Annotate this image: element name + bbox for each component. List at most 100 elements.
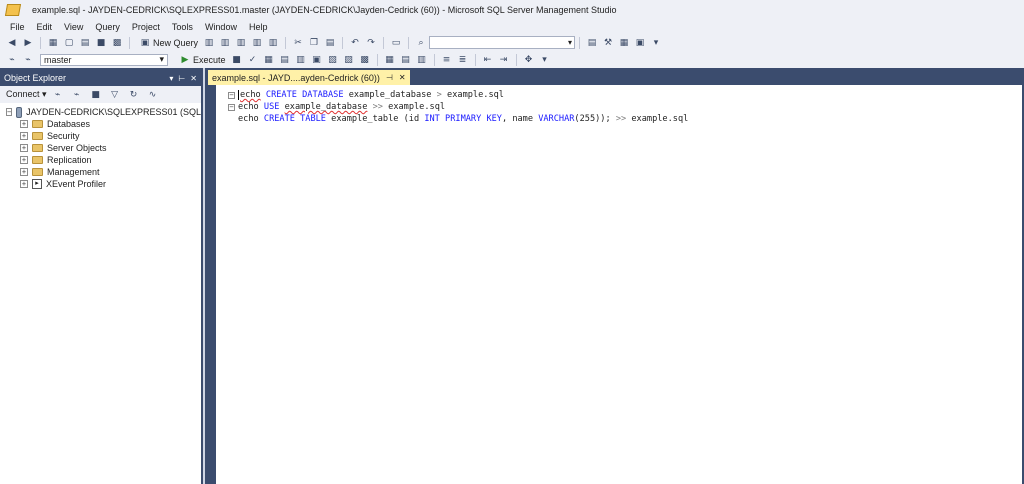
pin-icon[interactable]: ⊢	[178, 74, 185, 83]
intellisense-icon[interactable]: ▥	[295, 54, 307, 66]
open-folder-icon[interactable]: ▤	[79, 37, 91, 49]
code-area[interactable]: − echo CREATE DATABASE example_database …	[228, 89, 688, 125]
tree-node-server[interactable]: − JAYDEN-CEDRICK\SQLEXPRESS01 (SQL	[6, 106, 201, 118]
tree-node-label: Management	[47, 167, 100, 177]
comment-icon[interactable]: ≡	[441, 54, 453, 66]
menu-tools[interactable]: Tools	[166, 22, 199, 32]
expand-icon[interactable]: +	[20, 132, 28, 140]
new-project-icon[interactable]: ▦	[47, 37, 59, 49]
menu-window[interactable]: Window	[199, 22, 243, 32]
expand-icon[interactable]: +	[20, 144, 28, 152]
new-query-button[interactable]: ▣ New Query	[134, 37, 201, 49]
dmx-query-icon[interactable]: ▥	[235, 37, 247, 49]
properties-icon[interactable]: ▤	[586, 37, 598, 49]
tree-node-server-objects[interactable]: + Server Objects	[6, 142, 201, 154]
toolbar-separator	[515, 53, 517, 66]
toolbar-options-icon[interactable]: ▾	[539, 54, 551, 66]
chevron-down-icon: ▾	[568, 38, 573, 47]
execute-button[interactable]: ▶ Execute	[174, 54, 229, 66]
window-layout-icon[interactable]: ▣	[634, 37, 646, 49]
das-query-icon[interactable]: ▥	[267, 37, 279, 49]
menu-file[interactable]: File	[4, 22, 31, 32]
menu-view[interactable]: View	[58, 22, 89, 32]
query-designer-icon[interactable]: ▤	[279, 54, 291, 66]
sql-editor-toolbar: ⌁ ⌁ master ▾ ▶ Execute ■ ✓ ▦ ▤ ▥ ▣ ▧ ▨ ▩…	[0, 51, 1024, 68]
xmla-query-icon[interactable]: ▥	[251, 37, 263, 49]
menu-help[interactable]: Help	[243, 22, 274, 32]
document-well: example.sql - JAYD....ayden-Cedrick (60)…	[208, 68, 1024, 484]
results-grid-icon[interactable]: ▦	[384, 54, 396, 66]
code-keyword: USE	[263, 102, 280, 112]
tree-node-management[interactable]: + Management	[6, 166, 201, 178]
menu-query[interactable]: Query	[89, 22, 126, 32]
refresh-icon[interactable]: ↻	[128, 89, 140, 101]
tree-node-replication[interactable]: + Replication	[6, 154, 201, 166]
results-file-icon[interactable]: ▤	[400, 54, 412, 66]
collapse-icon[interactable]: −	[6, 108, 13, 116]
parse-check-icon[interactable]: ✓	[247, 54, 259, 66]
wrench-icon[interactable]: ⚒	[602, 37, 614, 49]
fold-icon[interactable]: −	[228, 91, 235, 99]
close-icon[interactable]: ✕	[399, 73, 406, 82]
save-all-icon[interactable]: ▩	[111, 37, 123, 49]
display-plan-icon[interactable]: ▦	[263, 54, 275, 66]
include-plan-icon[interactable]: ▧	[327, 54, 339, 66]
mdx-query-icon[interactable]: ▥	[219, 37, 231, 49]
expand-icon[interactable]: +	[20, 180, 28, 188]
results-to-text-icon[interactable]: ▣	[311, 54, 323, 66]
code-keyword: CREATE TABLE	[263, 114, 326, 124]
connect-dropdown[interactable]: Connect ▾	[6, 89, 47, 100]
code-keyword: CREATE DATABASE	[265, 90, 344, 100]
connect-icon[interactable]: ⌁	[52, 89, 64, 101]
paste-icon[interactable]: ▤	[324, 37, 336, 49]
expand-icon[interactable]: +	[20, 120, 28, 128]
db-engine-query-icon[interactable]: ▥	[203, 37, 215, 49]
stop-icon[interactable]: ■	[90, 89, 102, 101]
filter-icon[interactable]: ▽	[109, 89, 121, 101]
forward-icon[interactable]: ▶	[22, 37, 34, 49]
results-text-icon[interactable]: ▥	[416, 54, 428, 66]
change-connection-icon[interactable]: ⌁	[22, 54, 34, 66]
dropdown-icon[interactable]: ▾	[169, 74, 173, 83]
copy-icon[interactable]: ❐	[308, 37, 320, 49]
query-editor[interactable]: − echo CREATE DATABASE example_database …	[216, 85, 1022, 484]
tree-node-databases[interactable]: + Databases	[6, 118, 201, 130]
toolbox-icon[interactable]: ▦	[618, 37, 630, 49]
code-file: example.sql	[447, 90, 504, 100]
new-query-icon: ▣	[140, 37, 150, 48]
back-icon[interactable]: ◀	[6, 37, 18, 49]
folder-icon	[32, 120, 43, 128]
cut-icon[interactable]: ✂	[292, 37, 304, 49]
uncomment-icon[interactable]: ≣	[457, 54, 469, 66]
specify-values-icon[interactable]: ✥	[523, 54, 535, 66]
menu-project[interactable]: Project	[126, 22, 166, 32]
activity-monitor-icon[interactable]: ∿	[147, 89, 159, 101]
tab-example-sql[interactable]: example.sql - JAYD....ayden-Cedrick (60)…	[208, 70, 410, 85]
find-in-files-icon[interactable]: ⌕	[415, 37, 427, 49]
client-stats-icon[interactable]: ▩	[359, 54, 371, 66]
increase-indent-icon[interactable]: ⇥	[498, 54, 510, 66]
expand-icon[interactable]: +	[20, 156, 28, 164]
disconnect-icon[interactable]: ⌁	[71, 89, 83, 101]
fold-icon[interactable]: −	[228, 103, 235, 111]
close-icon[interactable]: ✕	[190, 74, 197, 83]
redo-icon[interactable]: ↷	[365, 37, 377, 49]
live-stats-icon[interactable]: ▨	[343, 54, 355, 66]
toolbar-options-icon[interactable]: ▾	[650, 37, 662, 49]
stop-icon[interactable]: ■	[231, 54, 243, 66]
decrease-indent-icon[interactable]: ⇤	[482, 54, 494, 66]
connect-label: Connect	[6, 89, 40, 99]
expand-icon[interactable]: +	[20, 168, 28, 176]
tree-node-xevent-profiler[interactable]: + ▸ XEvent Profiler	[6, 178, 201, 190]
pin-icon[interactable]: ⊣	[386, 73, 393, 82]
undo-icon[interactable]: ↶	[349, 37, 361, 49]
available-databases-select[interactable]: master ▾	[40, 53, 168, 66]
menu-edit[interactable]: Edit	[31, 22, 59, 32]
object-explorer-panel: Object Explorer ▾ ⊢ ✕ Connect ▾ ⌁ ⌁ ■ ▽ …	[0, 68, 203, 484]
solution-config-icon[interactable]: ▭	[390, 37, 402, 49]
find-combo[interactable]: ▾	[429, 36, 576, 49]
tree-node-security[interactable]: + Security	[6, 130, 201, 142]
new-file-icon[interactable]: ▢	[63, 37, 75, 49]
connect-icon[interactable]: ⌁	[6, 54, 18, 66]
save-icon[interactable]: ■	[95, 37, 107, 49]
